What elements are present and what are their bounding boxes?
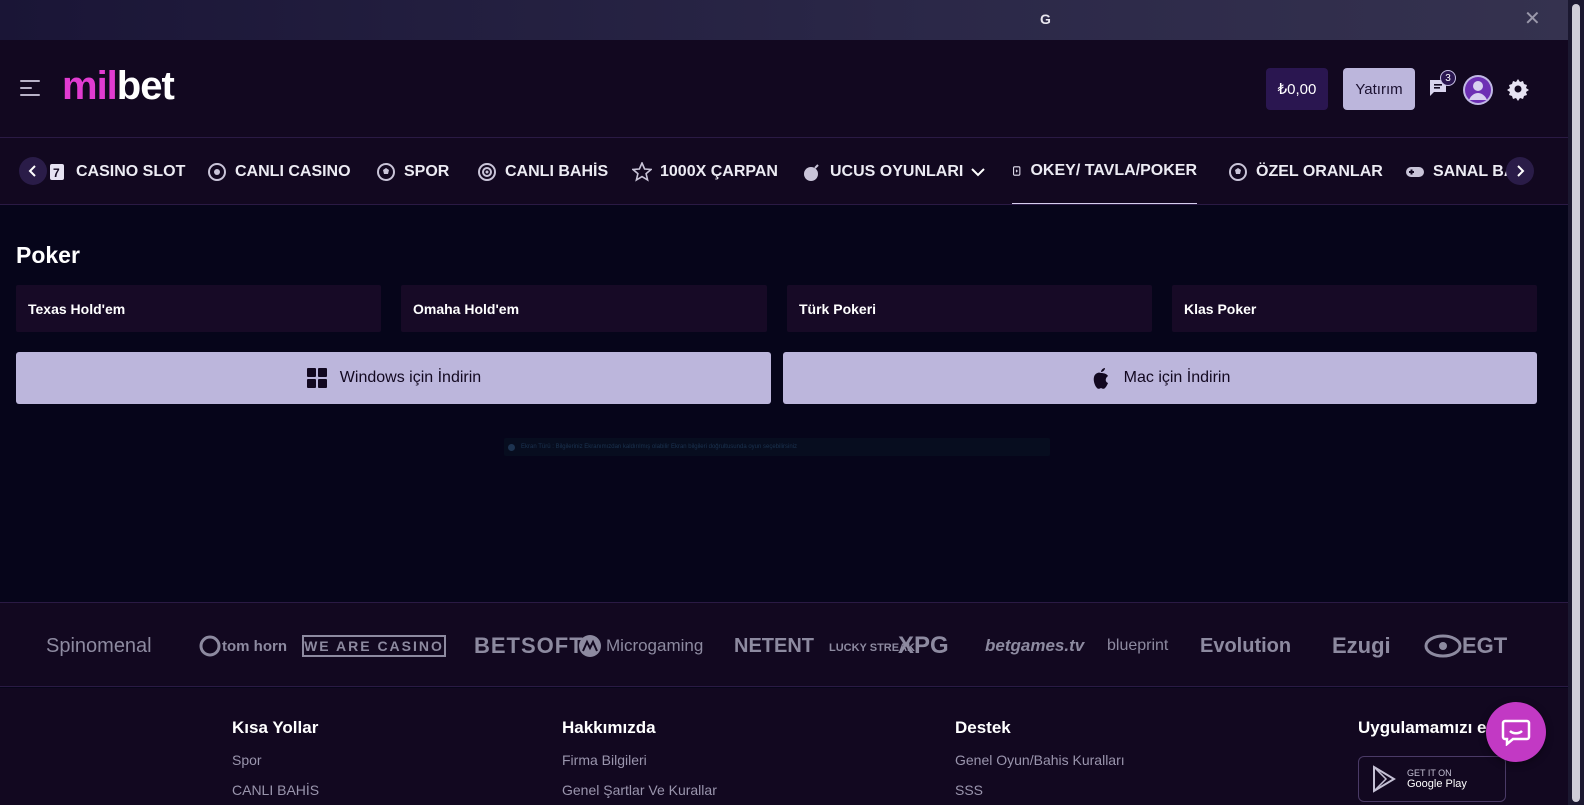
provider-logo[interactable]: blueprint [1107,633,1168,659]
windows-icon [306,368,327,388]
download-windows-button[interactable]: Windows için İndirin [16,352,771,404]
footer-col-shortcuts: Kısa Yollar Spor CANLI BAHİS [232,718,319,805]
apple-icon [1093,368,1108,389]
balance-display[interactable]: ₺0,00 [1266,68,1328,110]
category-nav: 7 CASINO SLOT CANLI CASINO SPOR CANLI BA… [0,138,1568,205]
browser-top-strip: G ✕ [0,0,1568,40]
nav-scroll-left-button[interactable] [19,157,47,185]
site-footer: Kısa Yollar Spor CANLI BAHİS Hakkımızda … [0,688,1568,805]
footer-col-about: Hakkımızda Firma Bilgileri Genel Şartlar… [562,718,717,805]
nav-item-spor[interactable]: SPOR [376,138,449,204]
provider-logo[interactable]: Evolution [1200,633,1291,659]
game-card-turk-pokeri[interactable]: Türk Pokeri [787,285,1152,332]
site-logo[interactable]: milbet [62,64,175,109]
nav-item-casino-slot[interactable]: 7 CASINO SLOT [48,138,185,204]
bomb-icon [804,163,819,181]
nav-item-canli-bahis[interactable]: CANLI BAHİS [477,138,608,204]
chevron-left-icon [28,165,36,177]
info-strip: Ekran Türü : Bilgileriniz Ekranımızdan k… [504,438,1050,456]
footer-link[interactable]: Genel Oyun/Bahis Kuralları [955,752,1125,768]
gear-icon[interactable] [1506,77,1530,101]
nav-item-ucus-oyunlari[interactable]: UCUS OYUNLARI [802,138,986,204]
close-icon[interactable]: ✕ [1524,9,1541,29]
slot-icon: 7 [50,163,64,180]
gamepad-icon [1406,166,1424,177]
site-header: milbet ₺0,00 Yatırım 3 [0,40,1568,138]
nav-item-1000x-carpan[interactable]: 1000X ÇARPAN [632,138,778,204]
provider-logo[interactable]: EGT [1424,633,1507,659]
deposit-button[interactable]: Yatırım [1343,68,1415,110]
provider-logo[interactable]: betgames.tv [985,633,1084,659]
nav-item-canli-casino[interactable]: CANLI CASINO [207,138,351,204]
footer-link[interactable]: Genel Şartlar Ve Kurallar [562,782,717,798]
footer-col-support: Destek Genel Oyun/Bahis Kuralları SSS [955,718,1125,805]
game-card-texas-holdem[interactable]: Texas Hold'em [16,285,381,332]
svg-text:7: 7 [53,166,60,180]
provider-logo[interactable]: Spinomenal [46,633,152,659]
star-icon [632,161,652,182]
hamburger-menu-icon[interactable] [20,80,42,98]
chevron-right-icon [1517,165,1525,177]
game-card-klas-poker[interactable]: Klas Poker [1172,285,1537,332]
soccer-ball-icon [1229,162,1247,181]
google-mark: G [1040,11,1051,27]
game-card-omaha-holdem[interactable]: Omaha Hold'em [401,285,767,332]
nav-item-sanal-bahis[interactable]: SANAL BA [1405,138,1515,204]
footer-link[interactable]: CANLI BAHİS [232,782,319,798]
footer-heading: Destek [955,718,1011,737]
provider-logo[interactable]: NETENT [734,633,814,659]
messages-badge: 3 [1440,70,1456,86]
nav-item-okey-tavla-poker[interactable]: OKEY/ TAVLA/POKER [1012,138,1197,204]
page-scrollbar[interactable] [1568,0,1584,805]
chat-bubble-icon [1501,719,1531,746]
provider-logo[interactable]: BETSOFT [474,633,584,659]
google-play-icon [1373,765,1396,793]
provider-logo[interactable]: tom horn [198,633,287,659]
nav-scroll-right-button[interactable] [1506,157,1534,185]
footer-link[interactable]: Firma Bilgileri [562,752,717,768]
page: G ✕ milbet ₺0,00 Yatırım 3 7 CASINO SLOT… [0,0,1584,805]
footer-link[interactable]: SSS [955,782,1125,798]
scrollbar-thumb[interactable] [1572,4,1580,802]
tomhorn-logo-icon [199,635,221,657]
google-play-button[interactable]: GET IT ON Google Play [1358,756,1506,802]
provider-logos-strip: Spinomenal tom horn WE ARE CASINO BETSOF… [0,602,1568,687]
roulette-icon [208,162,226,181]
footer-heading: Uygulamamızı edi [1358,718,1502,737]
microgaming-logo-icon [579,635,601,657]
footer-heading: Kısa Yollar [232,718,319,737]
page-title: Poker [16,242,80,268]
user-avatar-icon[interactable] [1463,75,1493,105]
live-broadcast-icon [478,162,496,181]
nav-item-ozel-oranlar[interactable]: ÖZEL ORANLAR [1228,138,1383,204]
chevron-down-icon [971,167,986,176]
provider-logo[interactable]: XPG [898,632,949,659]
soccer-ball-icon [377,162,395,181]
footer-col-app: Uygulamamızı edi [1358,718,1502,752]
provider-logo[interactable]: Ezugi [1332,633,1391,659]
cards-icon [1013,165,1021,176]
provider-logo[interactable]: LUCKY STREAK [829,635,915,661]
live-chat-button[interactable] [1486,702,1546,762]
info-icon [508,443,515,451]
footer-link[interactable]: Spor [232,752,319,768]
provider-logo[interactable]: Microgaming [576,633,703,659]
download-mac-button[interactable]: Mac için İndirin [783,352,1537,404]
footer-heading: Hakkımızda [562,718,656,737]
egt-logo-icon [1424,634,1462,658]
provider-logo[interactable]: WE ARE CASINO [302,635,446,657]
